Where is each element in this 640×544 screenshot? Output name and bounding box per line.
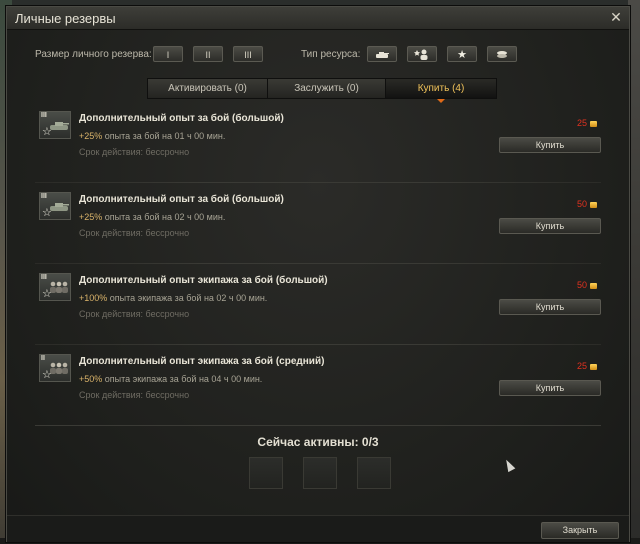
crew-icon: III ☆ bbox=[39, 273, 71, 301]
tank-picture bbox=[50, 122, 69, 130]
reserve-expiry: Срок действия: бессрочно bbox=[79, 309, 190, 319]
reserve-desc-text: опыта за бой на 01 ч 00 мин. bbox=[102, 131, 226, 141]
reserve-item: III ☆ Дополнительный опыт за бой (большо… bbox=[35, 184, 601, 264]
item-divider bbox=[35, 182, 601, 183]
reserve-price: 50 bbox=[577, 199, 597, 209]
active-reserve-slot[interactable] bbox=[303, 457, 337, 489]
tab-activate[interactable]: Активировать (0) bbox=[148, 79, 268, 98]
tank-icon: III ☆ bbox=[39, 111, 71, 139]
window-footer: Закрыть bbox=[7, 515, 629, 542]
reserve-expiry: Срок действия: бессрочно bbox=[79, 228, 190, 238]
tank-icon bbox=[376, 52, 389, 58]
reserve-desc-text: опыта за бой на 02 ч 00 мин. bbox=[102, 212, 226, 222]
active-section-divider bbox=[35, 425, 601, 426]
reserve-price: 25 bbox=[577, 361, 597, 371]
reserve-bonus: +50% bbox=[79, 374, 103, 384]
crew-picture bbox=[50, 281, 68, 293]
star-icon: ☆ bbox=[42, 369, 52, 381]
reserve-level: III bbox=[41, 193, 47, 200]
crew-icon bbox=[414, 49, 428, 60]
star-icon: ☆ bbox=[42, 207, 52, 219]
reserve-item: II ☆ Дополнительный опыт экипажа за бой … bbox=[35, 346, 601, 426]
reserve-desc-text: опыта экипажа за бой на 02 ч 00 мин. bbox=[107, 293, 268, 303]
reserve-bonus: +25% bbox=[79, 212, 103, 222]
size-filter-button-3[interactable]: III bbox=[233, 46, 263, 62]
gold-icon bbox=[590, 363, 597, 370]
close-icon[interactable]: ✕ bbox=[609, 10, 623, 24]
size-filter-button-2[interactable]: II bbox=[193, 46, 223, 62]
active-reserve-slot[interactable] bbox=[357, 457, 391, 489]
reserve-item: III ☆ Дополнительный опыт экипажа за бой… bbox=[35, 265, 601, 345]
price-value: 50 bbox=[576, 280, 587, 290]
reserve-description: +50% опыта экипажа за бой на 04 ч 00 мин… bbox=[79, 374, 262, 384]
reserve-desc-text: опыта экипажа за бой на 04 ч 00 мин. bbox=[102, 374, 263, 384]
tank-picture bbox=[50, 203, 69, 211]
window-title: Личные резервы bbox=[15, 11, 116, 26]
reserve-title: Дополнительный опыт экипажа за бой (сред… bbox=[79, 356, 325, 367]
mouse-cursor-icon bbox=[502, 457, 516, 473]
gold-icon bbox=[590, 120, 597, 127]
tab-bar: Активировать (0) Заслужить (0) Купить (4… bbox=[147, 78, 497, 103]
active-reserve-slot[interactable] bbox=[249, 457, 283, 489]
reserve-description: +25% опыта за бой на 02 ч 00 мин. bbox=[79, 212, 225, 222]
active-reserves-title: Сейчас активны: 0/3 bbox=[257, 435, 379, 449]
title-bar: Личные резервы ✕ bbox=[7, 7, 629, 30]
tab-buy[interactable]: Купить (4) bbox=[386, 79, 496, 103]
gold-icon bbox=[590, 201, 597, 208]
size-filter-button-1[interactable]: I bbox=[153, 46, 183, 62]
buy-button[interactable]: Купить bbox=[499, 218, 601, 234]
size-filter-label: Размер личного резерва: bbox=[35, 49, 152, 60]
reserve-expiry: Срок действия: бессрочно bbox=[79, 390, 190, 400]
price-value: 50 bbox=[576, 199, 587, 209]
close-button[interactable]: Закрыть bbox=[541, 522, 619, 539]
window-content: Размер личного резерва: I II III Тип рес… bbox=[7, 30, 629, 542]
personal-reserves-window: Личные резервы ✕ Размер личного резерва:… bbox=[6, 6, 630, 542]
reserve-bonus: +100% bbox=[79, 293, 108, 303]
reserve-title: Дополнительный опыт экипажа за бой (боль… bbox=[79, 275, 328, 286]
reserve-bonus: +25% bbox=[79, 131, 103, 141]
reserve-list: III ☆ Дополнительный опыт за бой (большо… bbox=[35, 103, 601, 421]
buy-button[interactable]: Купить bbox=[499, 137, 601, 153]
tab-buy-label: Купить (4) bbox=[417, 83, 465, 94]
reserve-description: +25% опыта за бой на 01 ч 00 мин. bbox=[79, 131, 225, 141]
crew-picture bbox=[50, 362, 68, 374]
reserve-price: 25 bbox=[577, 118, 597, 128]
resource-filter-tank[interactable] bbox=[367, 46, 397, 62]
reserve-title: Дополнительный опыт за бой (большой) bbox=[79, 194, 284, 205]
price-value: 25 bbox=[576, 118, 587, 128]
tank-icon: III ☆ bbox=[39, 192, 71, 220]
reserve-level: II bbox=[41, 355, 45, 362]
gold-icon bbox=[590, 282, 597, 289]
item-divider bbox=[35, 263, 601, 264]
reserve-level: III bbox=[41, 112, 47, 119]
buy-button[interactable]: Купить bbox=[499, 299, 601, 315]
star-icon: ☆ bbox=[42, 288, 52, 300]
item-divider bbox=[35, 344, 601, 345]
reserve-price: 50 bbox=[577, 280, 597, 290]
reserve-title: Дополнительный опыт за бой (большой) bbox=[79, 113, 284, 124]
resource-filter-label: Тип ресурса: bbox=[301, 49, 361, 60]
buy-button[interactable]: Купить bbox=[499, 380, 601, 396]
price-value: 25 bbox=[576, 361, 587, 371]
reserve-item: III ☆ Дополнительный опыт за бой (большо… bbox=[35, 103, 601, 183]
reserve-expiry: Срок действия: бессрочно bbox=[79, 147, 190, 157]
reserve-level: III bbox=[41, 274, 47, 281]
resource-filter-crew[interactable] bbox=[407, 46, 437, 62]
star-icon: ★ bbox=[457, 49, 467, 61]
coins-icon bbox=[497, 51, 507, 58]
reserve-description: +100% опыта экипажа за бой на 02 ч 00 ми… bbox=[79, 293, 267, 303]
crew-icon: II ☆ bbox=[39, 354, 71, 382]
resource-filter-coins[interactable] bbox=[487, 46, 517, 62]
tab-earn[interactable]: Заслужить (0) bbox=[268, 79, 386, 98]
resource-filter-star[interactable]: ★ bbox=[447, 46, 477, 62]
star-icon: ☆ bbox=[42, 126, 52, 138]
